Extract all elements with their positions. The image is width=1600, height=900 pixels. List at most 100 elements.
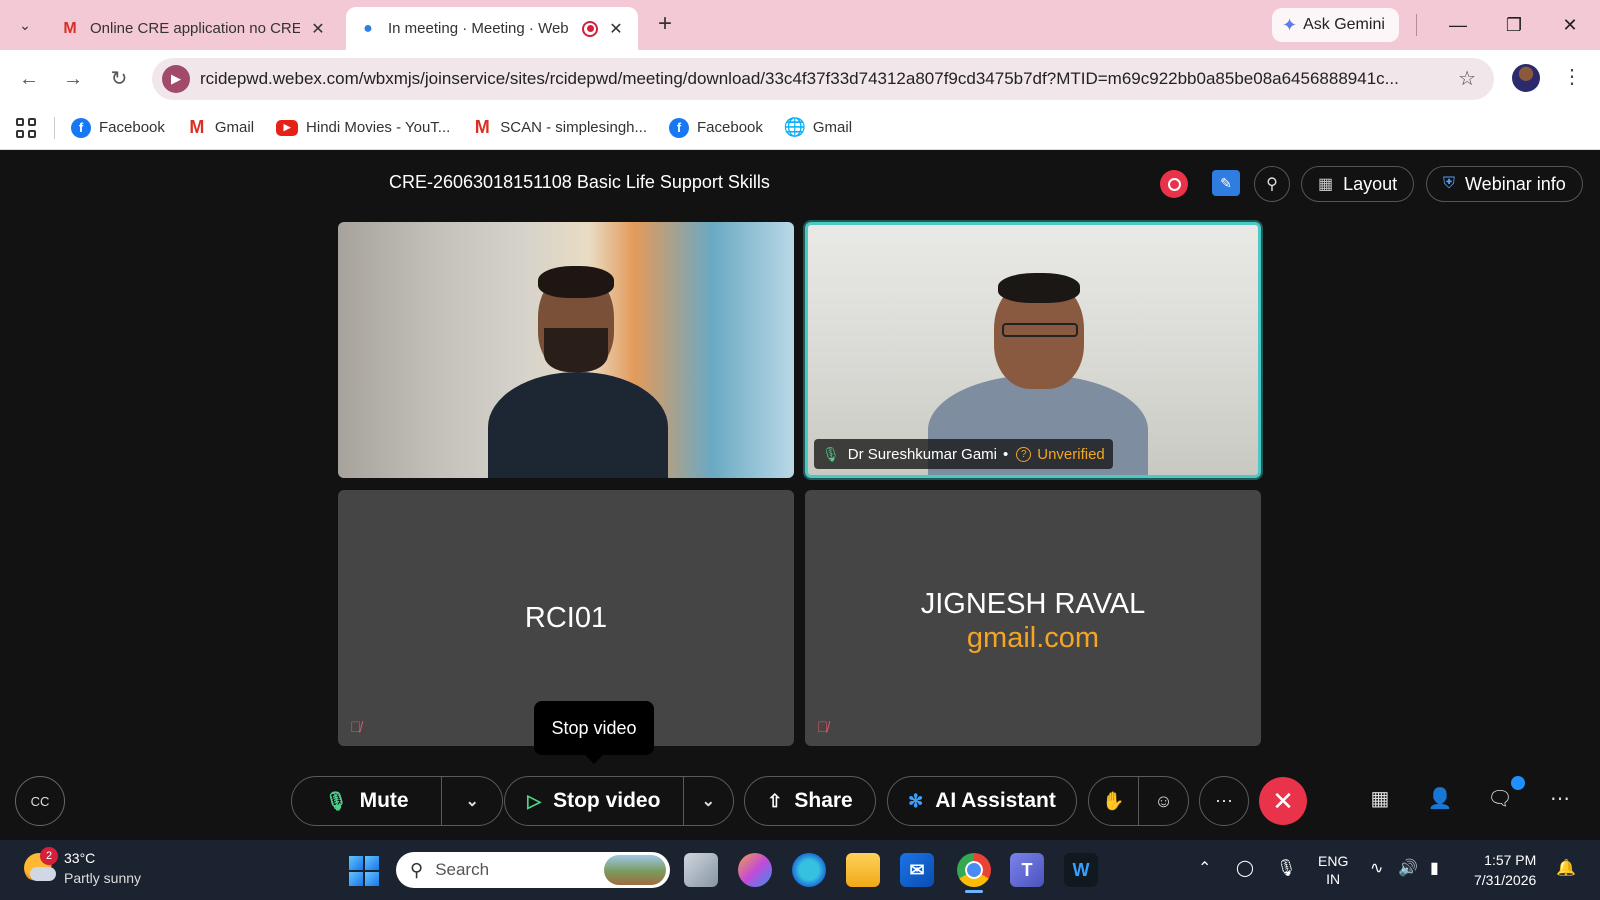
clock-date: 7/31/2026: [1474, 872, 1537, 888]
chrome-icon[interactable]: [957, 853, 991, 887]
weather-badge: 2: [40, 847, 58, 865]
tab-search-chevron-icon[interactable]: ⌄: [12, 12, 38, 38]
apps-grid-icon[interactable]: [16, 117, 36, 138]
show-hidden-icons-icon[interactable]: ⌃: [1198, 858, 1211, 878]
notifications-icon[interactable]: 🔔: [1556, 858, 1576, 878]
bookmark-label: Facebook: [99, 119, 165, 136]
muted-microphone-icon: 🎙̸: [350, 719, 362, 736]
recording-indicator-icon: [582, 20, 598, 37]
minimize-button[interactable]: —: [1438, 10, 1478, 40]
site-info-icon[interactable]: ▶: [162, 65, 190, 93]
restore-button[interactable]: ❐: [1494, 10, 1534, 40]
tab-close-icon[interactable]: ✕: [308, 19, 328, 39]
profile-avatar[interactable]: [1512, 64, 1540, 92]
ask-gemini-label: Ask Gemini: [1303, 16, 1385, 33]
new-tab-button[interactable]: +: [652, 12, 678, 38]
participant-name: Dr Sureshkumar Gami: [847, 445, 997, 463]
video-options-chevron-icon[interactable]: ⌄: [684, 791, 733, 811]
bookmark-facebook-2[interactable]: f Facebook: [669, 117, 763, 138]
address-bar[interactable]: ▶ rcidepwd.webex.com/wbxmjs/joinservice/…: [152, 58, 1494, 100]
recording-button[interactable]: [1160, 170, 1188, 198]
mute-button[interactable]: 🎙 Mute: [292, 789, 441, 813]
divider: [54, 116, 55, 139]
participant-avatar-tile[interactable]: JIGNESH RAVAL gmail.com 🎙̸: [805, 490, 1261, 746]
share-button[interactable]: ⇧ Share: [744, 776, 876, 826]
taskbar-search[interactable]: ⚲ Search: [396, 852, 670, 888]
webex-app-icon[interactable]: W: [1064, 853, 1098, 887]
forward-button[interactable]: →: [58, 64, 88, 94]
lang-region: IN: [1326, 871, 1341, 887]
stop-video-button[interactable]: ▷ Stop video: [505, 789, 683, 813]
ai-assistant-button[interactable]: ✻ AI Assistant: [887, 776, 1077, 826]
browser-tab-gmail[interactable]: M Online CRE application no CRE ✕: [48, 7, 340, 50]
participant-video-tile-active-speaker[interactable]: 🎙 Dr Sureshkumar Gami • ? Unverified: [805, 222, 1261, 478]
chat-icon[interactable]: 🗨: [1484, 786, 1516, 816]
outlook-icon[interactable]: ✉: [900, 853, 934, 887]
bookmark-gmail[interactable]: M Gmail: [187, 117, 254, 138]
edge-icon[interactable]: [792, 853, 826, 887]
more-panels-icon[interactable]: ⋯: [1544, 786, 1576, 816]
battery-icon[interactable]: ▮: [1430, 858, 1439, 878]
bookmark-facebook[interactable]: f Facebook: [71, 117, 165, 138]
meeting-title: CRE-26063018151108 Basic Life Support Sk…: [389, 172, 770, 192]
participant-video: [478, 262, 678, 478]
close-window-button[interactable]: ✕: [1550, 10, 1590, 40]
end-call-button[interactable]: ✕: [1259, 777, 1307, 825]
file-explorer-icon[interactable]: [846, 853, 880, 887]
closed-captions-button[interactable]: CC: [15, 776, 65, 826]
tray-app-icon[interactable]: ◯: [1236, 858, 1254, 878]
weather-widget[interactable]: 2 33°C Partly sunny: [24, 847, 141, 888]
muted-microphone-icon: 🎙̸: [817, 719, 829, 736]
clock-time: 1:57 PM: [1484, 852, 1537, 868]
notes-icon[interactable]: ✎: [1212, 170, 1240, 196]
microphone-icon: 🎙: [822, 445, 840, 462]
microphone-tray-icon[interactable]: 🎙: [1276, 858, 1296, 878]
bookmark-youtube[interactable]: ▶ Hindi Movies - YouT...: [276, 119, 450, 136]
tab-title: In meeting · Meeting · Web: [388, 20, 569, 37]
participant-video-tile[interactable]: [338, 222, 794, 478]
video-camera-icon: ▷: [527, 790, 542, 811]
weather-temp: 33°C: [64, 850, 96, 866]
volume-icon[interactable]: 🔊: [1398, 858, 1418, 878]
unverified-icon: ?: [1016, 446, 1032, 462]
separator-dot: •: [1002, 445, 1009, 463]
mute-label: Mute: [359, 789, 409, 812]
gmail-icon: M: [63, 19, 77, 37]
bookmark-gmail-2[interactable]: 🌐 Gmail: [784, 117, 853, 138]
more-options-button[interactable]: ⋯: [1199, 776, 1249, 826]
webex-icon: ●: [363, 19, 373, 37]
ai-assistant-icon: ✻: [908, 790, 924, 811]
bookmark-label: Gmail: [812, 119, 853, 136]
wifi-icon[interactable]: ∿: [1370, 858, 1383, 878]
tab-title: Online CRE application no CRE: [90, 20, 300, 37]
browser-menu-icon[interactable]: ⋮: [1562, 64, 1582, 94]
audio-options-chevron-icon[interactable]: ⌄: [442, 791, 502, 811]
bookmark-scan[interactable]: M SCAN - simplesingh...: [472, 117, 647, 138]
raise-hand-icon[interactable]: ✋: [1089, 791, 1138, 812]
tab-close-icon[interactable]: ✕: [606, 19, 626, 39]
input-language-indicator[interactable]: ENG IN: [1318, 852, 1348, 888]
apps-icon[interactable]: ▦: [1364, 786, 1396, 816]
bookmark-label: Hindi Movies - YouT...: [306, 119, 451, 136]
browser-tab-webex[interactable]: ● In meeting · Meeting · Web ✕: [346, 7, 638, 50]
layout-grid-icon: ▦: [1318, 176, 1334, 193]
bookmark-star-icon[interactable]: ☆: [1458, 66, 1476, 91]
reload-button[interactable]: ↻: [104, 64, 134, 94]
lang-code: ENG: [1318, 853, 1349, 869]
partly-sunny-icon: 2: [24, 847, 58, 883]
participants-icon[interactable]: 👤: [1424, 786, 1456, 816]
back-button[interactable]: ←: [14, 64, 44, 94]
zoom-in-icon[interactable]: ⚲: [1254, 166, 1290, 202]
windows-start-icon[interactable]: [349, 856, 379, 886]
youtube-icon: ▶: [276, 119, 299, 136]
participant-name: JIGNESH RAVAL: [920, 588, 1146, 620]
clock[interactable]: 1:57 PM 7/31/2026: [1474, 850, 1536, 890]
reactions-icon[interactable]: ☺: [1139, 791, 1188, 812]
ask-gemini-button[interactable]: ✦ Ask Gemini: [1272, 8, 1399, 42]
teams-icon[interactable]: T: [1010, 853, 1044, 887]
search-highlight-image: [604, 855, 666, 885]
webinar-info-button[interactable]: ⛨ Webinar info: [1426, 166, 1583, 202]
task-view-icon[interactable]: [684, 853, 718, 887]
layout-button[interactable]: ▦ Layout: [1301, 166, 1415, 202]
copilot-icon[interactable]: [738, 853, 772, 887]
